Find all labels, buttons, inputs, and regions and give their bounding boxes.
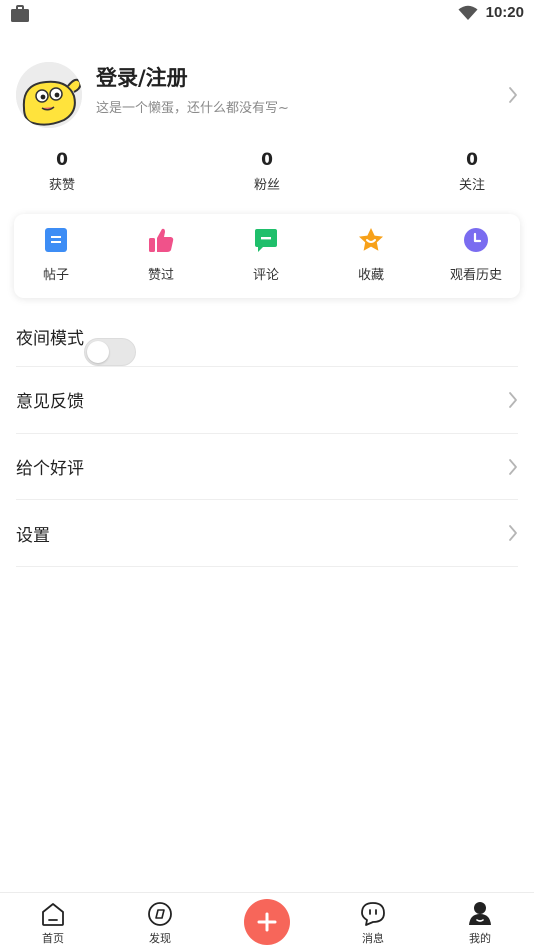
shortcut-comments[interactable]: 评论 [221, 226, 311, 283]
nav-label: 首页 [42, 932, 64, 945]
shortcut-label: 收藏 [357, 268, 384, 283]
night-mode-toggle[interactable] [84, 338, 136, 366]
shortcut-label: 评论 [252, 268, 279, 283]
stat-value: 0 [261, 150, 273, 170]
row-label: 意见反馈 [16, 392, 84, 413]
stats-row: 0 获赞 0 粉丝 0 关注 [0, 150, 534, 196]
settings-row[interactable]: 设置 [16, 500, 518, 568]
chevron-right-icon [509, 525, 517, 542]
message-icon [361, 902, 385, 926]
nav-profile[interactable]: 我的 [450, 900, 510, 946]
shortcut-label: 观看历史 [449, 268, 502, 283]
shortcut-favorites[interactable]: 收藏 [326, 226, 416, 283]
row-label: 夜间模式 [16, 328, 84, 349]
nav-discover[interactable]: 发现 [130, 900, 190, 946]
shortcut-liked[interactable]: 赞过 [116, 226, 206, 283]
status-right: 10:20 [458, 4, 524, 21]
bottom-nav: 首页 发现 消息 我的 [0, 892, 534, 949]
briefcase-icon [11, 5, 29, 22]
add-post-button[interactable] [244, 899, 290, 945]
thumbs-up-icon [149, 228, 174, 252]
status-bar: 10:20 [0, 0, 534, 28]
stat-label: 粉丝 [253, 178, 280, 193]
shortcut-history[interactable]: 观看历史 [431, 226, 521, 283]
rate-row[interactable]: 给个好评 [16, 434, 518, 501]
night-mode-row[interactable]: 夜间模式 [16, 306, 518, 367]
nav-home[interactable]: 首页 [23, 900, 83, 946]
chevron-right-icon [509, 458, 517, 475]
shortcut-card: 帖子 赞过 评论 收藏 观看历史 [14, 214, 520, 298]
nav-label: 我的 [469, 932, 491, 945]
stat-label: 获赞 [48, 178, 75, 193]
row-label: 设置 [16, 525, 50, 546]
post-icon [45, 228, 67, 252]
profile-bio: 这是一个懒蛋，还什么都没有写~ [96, 101, 289, 116]
stat-value: 0 [466, 150, 478, 170]
status-left [10, 5, 30, 27]
plus-icon [257, 912, 277, 932]
row-label: 给个好评 [16, 459, 84, 480]
shortcut-label: 帖子 [42, 268, 69, 283]
stat-following[interactable]: 0 关注 [437, 150, 507, 193]
login-register-link[interactable]: 登录/注册 [96, 62, 188, 92]
stat-likes[interactable]: 0 获赞 [27, 150, 97, 193]
toggle-knob [87, 341, 109, 363]
comment-icon [255, 229, 277, 252]
stat-value: 0 [56, 150, 68, 170]
chevron-right-icon [509, 87, 517, 103]
nav-label: 发现 [149, 932, 171, 945]
status-time: 10:20 [485, 4, 524, 21]
shortcut-label: 赞过 [147, 268, 174, 283]
chevron-right-icon [509, 391, 517, 408]
avatar-emoji-icon [16, 62, 82, 128]
star-icon [359, 228, 383, 251]
clock-icon [464, 228, 488, 252]
nav-messages[interactable]: 消息 [343, 900, 403, 946]
wifi-icon [458, 5, 478, 20]
home-icon [42, 903, 64, 926]
feedback-row[interactable]: 意见反馈 [16, 367, 518, 434]
nav-label: 消息 [362, 932, 384, 945]
stat-followers[interactable]: 0 粉丝 [232, 150, 302, 193]
compass-icon [148, 902, 172, 926]
settings-list: 夜间模式 意见反馈 给个好评 设置 [16, 306, 518, 568]
stat-label: 关注 [458, 178, 485, 193]
shortcut-posts[interactable]: 帖子 [11, 226, 101, 283]
profile-icon [469, 902, 491, 925]
avatar[interactable] [16, 62, 82, 128]
profile-header[interactable]: 登录/注册 这是一个懒蛋，还什么都没有写~ [16, 62, 518, 130]
